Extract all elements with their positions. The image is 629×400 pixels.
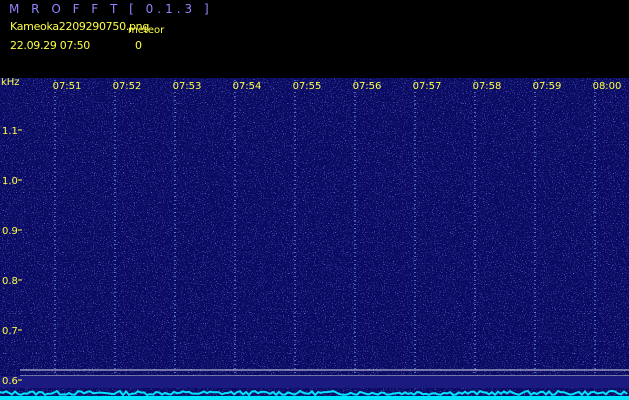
time-label: 07:54 [233,81,262,92]
frequency-label: 0.9 [2,226,18,237]
time-label: 07:56 [353,81,382,92]
time-label: 07:58 [473,81,502,92]
spectrogram-noise [0,78,629,400]
unit-label: kHz [1,78,20,88]
noise-floor-fill [0,396,629,400]
frequency-label: 0.8 [2,276,18,287]
time-label: 07:53 [173,81,202,92]
frequency-label: 0.7 [2,326,18,337]
time-label: 07:51 [53,81,82,92]
time-label: 07:52 [113,81,142,92]
time-label: 07:57 [413,81,442,92]
frequency-label: 1.0 [2,176,18,187]
low-band-noise [0,376,629,388]
frequency-label: 1.1 [2,126,18,137]
time-label: 08:00 [593,81,622,92]
frequency-label: 0.6 [2,376,18,387]
time-label: 07:55 [293,81,322,92]
time-label: 07:59 [533,81,562,92]
meteor-count: 0 [135,39,142,52]
timestamp: 22.09.29 07:50 [10,39,90,52]
meteor-label: meteor [128,25,165,36]
spectrogram: kHz 07:51 07:52 07:53 07:54 07:55 07:56 07:57 0… [0,78,629,400]
app-title: M R O F F T [ 0.1.3 ] [9,2,213,16]
